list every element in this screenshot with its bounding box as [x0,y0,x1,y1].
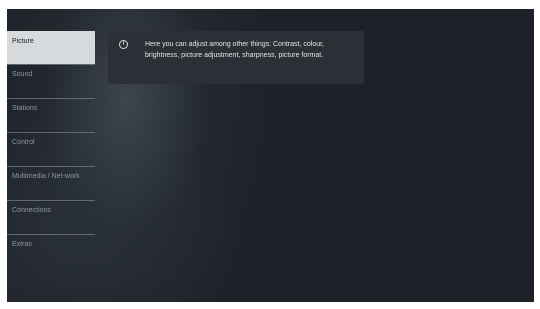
menu-item-label: Extras [12,241,32,248]
menu-item-connections[interactable]: Connections [7,200,95,234]
info-panel: i Here you can adjust among other things… [108,31,364,84]
menu-item-label: Multimedia / Net-work [12,173,80,180]
menu-item-multimedia-network[interactable]: Multimedia / Net-work [7,166,95,200]
menu-item-extras[interactable]: Extras [7,234,95,268]
menu-item-sound[interactable]: Sound [7,64,95,98]
menu-item-label: Stations [12,105,38,112]
menu-item-stations[interactable]: Stations [7,98,95,132]
tv-screen: Picture Sound Stations Control Multimedi… [7,9,534,302]
settings-menu: Picture Sound Stations Control Multimedi… [7,31,95,268]
info-text: Here you can adjust among other things: … [145,41,324,59]
menu-item-control[interactable]: Control [7,132,95,166]
menu-item-label: Sound [12,71,33,78]
menu-item-label: Connections [12,207,51,214]
menu-item-label: Picture [12,38,34,45]
info-icon: i [119,40,128,49]
menu-item-label: Control [12,139,35,146]
menu-item-picture[interactable]: Picture [7,31,95,64]
